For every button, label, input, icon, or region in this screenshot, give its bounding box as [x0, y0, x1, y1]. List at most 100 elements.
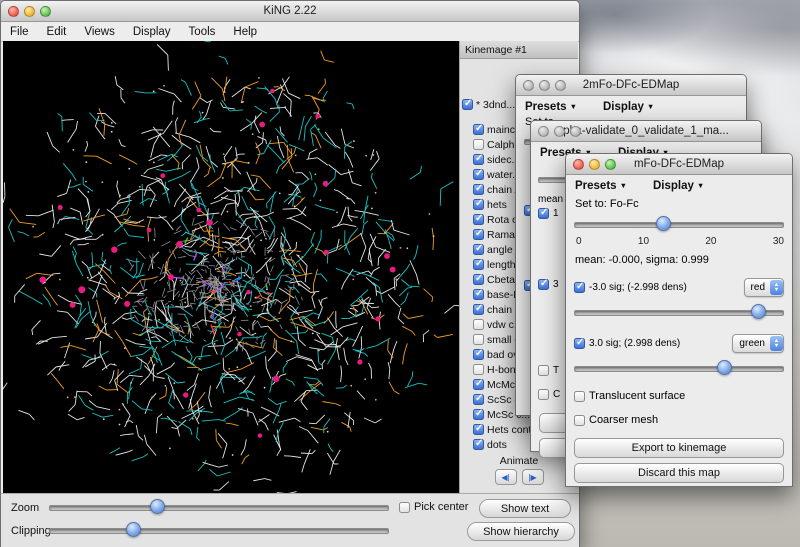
menu-display[interactable]: Display	[124, 26, 180, 38]
pos-contour-checkbox[interactable]	[574, 338, 585, 349]
zoom-label: Zoom	[11, 502, 39, 514]
sidebar-item-checkbox[interactable]	[473, 124, 484, 135]
king-titlebar[interactable]: KiNG 2.22	[1, 1, 579, 22]
kinemage-tab-label: Kinemage #1	[465, 44, 527, 56]
coarser-checkbox[interactable]	[574, 415, 585, 426]
minimize-button[interactable]	[539, 80, 550, 91]
translucent-checkbox[interactable]	[538, 365, 549, 376]
neg-contour-checkbox[interactable]	[574, 282, 585, 293]
zoom-button[interactable]	[40, 6, 51, 17]
sidebar-item-checkbox[interactable]	[473, 409, 484, 420]
sidebar-item-checkbox[interactable]	[473, 289, 484, 300]
sidebar-item-checkbox[interactable]	[462, 99, 473, 110]
sidebar-item-checkbox[interactable]	[473, 349, 484, 360]
zoom-slider-thumb[interactable]	[150, 499, 165, 514]
edmap-window: mFo-DFc-EDMap Presets▼ Display▼ Set to: …	[565, 153, 793, 487]
coarser-label: Coarser mesh	[589, 414, 658, 426]
tick-label: 10	[638, 236, 649, 247]
export-button[interactable]: Export to kinemage	[574, 438, 784, 458]
pka-titlebar[interactable]: pka-validate_0_validate_1_ma...	[531, 121, 761, 142]
menu-views[interactable]: Views	[75, 26, 123, 38]
clipping-slider[interactable]	[49, 522, 389, 538]
menu-edit[interactable]: Edit	[38, 26, 76, 38]
sidebar-item-checkbox[interactable]	[473, 379, 484, 390]
pos-contour-row: 3.0 sig; (2.998 dens) green ▲▼	[574, 334, 784, 353]
sigma-slider-track[interactable]	[574, 222, 784, 228]
sidebar-item-checkbox[interactable]	[473, 169, 484, 180]
presets-menu[interactable]: Presets▼	[525, 101, 577, 113]
sidebar-item-checkbox[interactable]	[473, 229, 484, 240]
pos-level-slider-track[interactable]	[574, 366, 784, 372]
chevron-down-icon: ▼	[647, 102, 654, 111]
sidebar-item-checkbox[interactable]	[473, 199, 484, 210]
presets-menu[interactable]: Presets▼	[575, 180, 627, 192]
sidebar-item-checkbox[interactable]	[473, 274, 484, 285]
edmap-titlebar[interactable]: mFo-DFc-EDMap	[566, 154, 792, 175]
translucent-checkbox[interactable]	[574, 391, 585, 402]
molecule-render	[3, 41, 459, 493]
molecule-canvas[interactable]	[3, 41, 459, 493]
edmap2-titlebar[interactable]: 2mFo-DFc-EDMap	[516, 75, 746, 96]
neg-color-dropdown[interactable]: red ▲▼	[744, 278, 784, 297]
sidebar-item-checkbox[interactable]	[473, 364, 484, 375]
neg-contour-row: -3.0 sig; (-2.998 dens) red ▲▼	[574, 278, 784, 297]
menu-tools[interactable]: Tools	[180, 26, 225, 38]
clipping-slider-track[interactable]	[49, 528, 389, 534]
contour-checkbox[interactable]	[538, 208, 549, 219]
pos-color-dropdown[interactable]: green ▲▼	[732, 334, 784, 353]
minimize-button[interactable]	[589, 159, 600, 170]
sidebar-item-checkbox[interactable]	[473, 424, 484, 435]
minimize-button[interactable]	[554, 126, 565, 137]
pick-center-checkbox[interactable]	[399, 502, 410, 513]
contour-checkbox[interactable]	[538, 279, 549, 290]
kinemage-tab[interactable]: Kinemage #1	[460, 41, 578, 59]
zoom-button[interactable]	[570, 126, 581, 137]
zoom-slider-track[interactable]	[49, 505, 389, 511]
close-button[interactable]	[8, 6, 19, 17]
sidebar-item-checkbox[interactable]	[473, 394, 484, 405]
sidebar-item-checkbox[interactable]	[473, 244, 484, 255]
set-to-label: Set to: Fo-Fc	[575, 198, 639, 210]
sigma-slider[interactable]	[574, 216, 784, 232]
sidebar-item-checkbox[interactable]	[473, 304, 484, 315]
sidebar-item-checkbox[interactable]	[473, 439, 484, 450]
sidebar-item-checkbox[interactable]	[473, 214, 484, 225]
menu-help[interactable]: Help	[224, 26, 266, 38]
show-hierarchy-button[interactable]: Show hierarchy	[467, 522, 575, 541]
coarser-checkbox[interactable]	[538, 389, 549, 400]
sidebar-item-checkbox[interactable]	[473, 154, 484, 165]
display-menu[interactable]: Display▼	[603, 101, 654, 113]
coarser-row: Coarser mesh	[574, 414, 784, 426]
close-button[interactable]	[573, 159, 584, 170]
animate-next-button[interactable]: |▶	[522, 469, 544, 485]
minimize-button[interactable]	[24, 6, 35, 17]
sidebar-item-checkbox[interactable]	[473, 319, 484, 330]
sidebar-item-checkbox[interactable]	[473, 334, 484, 345]
clipping-slider-thumb[interactable]	[126, 522, 141, 537]
close-button[interactable]	[523, 80, 534, 91]
sidebar-item-label: hets	[487, 199, 507, 211]
neg-level-slider-thumb[interactable]	[751, 304, 766, 319]
slider-ticks: 0102030	[576, 236, 784, 247]
zoom-button[interactable]	[605, 159, 616, 170]
pick-center-row: Pick center	[399, 501, 468, 513]
discard-button[interactable]: Discard this map	[574, 463, 784, 483]
zoom-button[interactable]	[555, 80, 566, 91]
display-menu[interactable]: Display▼	[653, 180, 704, 192]
sidebar-item-checkbox[interactable]	[473, 139, 484, 150]
sidebar-item-label: * 3dnd...	[476, 99, 515, 111]
pos-level-slider[interactable]	[574, 360, 784, 376]
sigma-slider-thumb[interactable]	[656, 216, 671, 231]
translucent-label: Translucent surface	[589, 390, 685, 402]
pos-level-slider-thumb[interactable]	[717, 360, 732, 375]
tick-label: 20	[705, 236, 716, 247]
sidebar-item-checkbox[interactable]	[473, 184, 484, 195]
show-text-button[interactable]: Show text	[479, 499, 571, 518]
translucent-label: T	[553, 365, 559, 376]
close-button[interactable]	[538, 126, 549, 137]
neg-level-slider[interactable]	[574, 304, 784, 320]
animate-prev-button[interactable]: ◀|	[495, 469, 517, 485]
zoom-slider[interactable]	[49, 499, 389, 515]
sidebar-item-checkbox[interactable]	[473, 259, 484, 270]
menu-file[interactable]: File	[1, 26, 38, 38]
